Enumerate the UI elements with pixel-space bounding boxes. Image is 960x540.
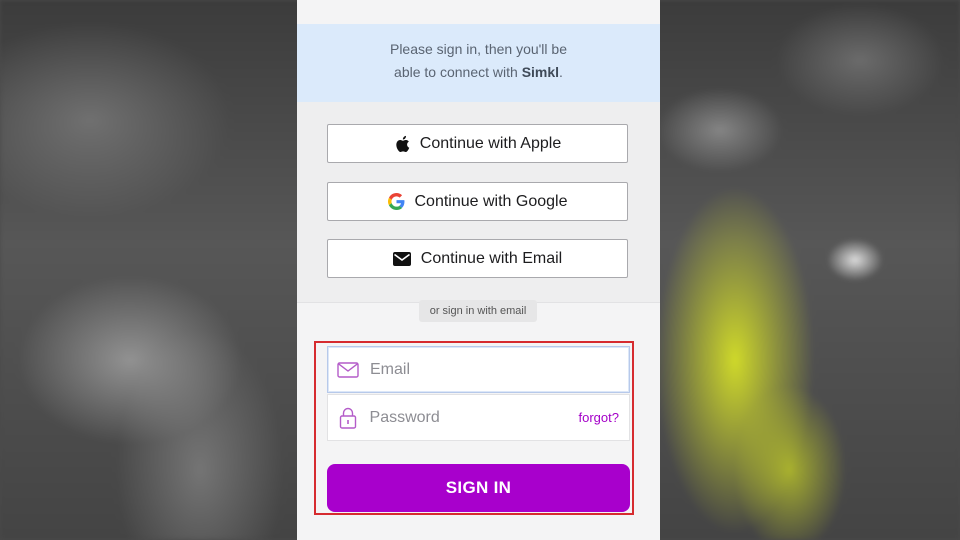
social-login-section: Continue with Apple Continue with Google…	[297, 102, 660, 303]
top-strip	[297, 0, 660, 24]
google-icon	[387, 193, 405, 210]
continue-with-apple-button[interactable]: Continue with Apple	[327, 124, 628, 163]
notice-line-2: able to connect with Simkl.	[297, 61, 660, 84]
apple-button-label: Continue with Apple	[419, 134, 562, 152]
password-input[interactable]	[367, 407, 579, 428]
envelope-icon	[392, 251, 411, 266]
forgot-password-link[interactable]: forgot?	[579, 410, 619, 425]
sign-in-button[interactable]: SIGN IN	[327, 464, 630, 512]
notice-period: .	[559, 64, 563, 80]
password-field[interactable]: forgot?	[327, 394, 630, 441]
email-field[interactable]	[327, 346, 630, 393]
envelope-outline-icon	[328, 361, 368, 378]
continue-with-email-button[interactable]: Continue with Email	[327, 239, 628, 278]
email-input[interactable]	[368, 359, 629, 380]
email-button-label: Continue with Email	[420, 249, 563, 267]
sign-in-notice: Please sign in, then you'll be able to c…	[297, 24, 660, 102]
google-button-label: Continue with Google	[414, 192, 568, 210]
brand-name: Simkl	[521, 64, 560, 80]
apple-icon	[394, 135, 410, 153]
notice-line-1: Please sign in, then you'll be	[389, 41, 567, 57]
or-sign-in-with-email-label: or sign in with email	[419, 300, 537, 322]
notice-line-2-text: able to connect with	[394, 64, 522, 80]
continue-with-google-button[interactable]: Continue with Google	[327, 182, 628, 221]
lock-icon	[328, 407, 368, 429]
